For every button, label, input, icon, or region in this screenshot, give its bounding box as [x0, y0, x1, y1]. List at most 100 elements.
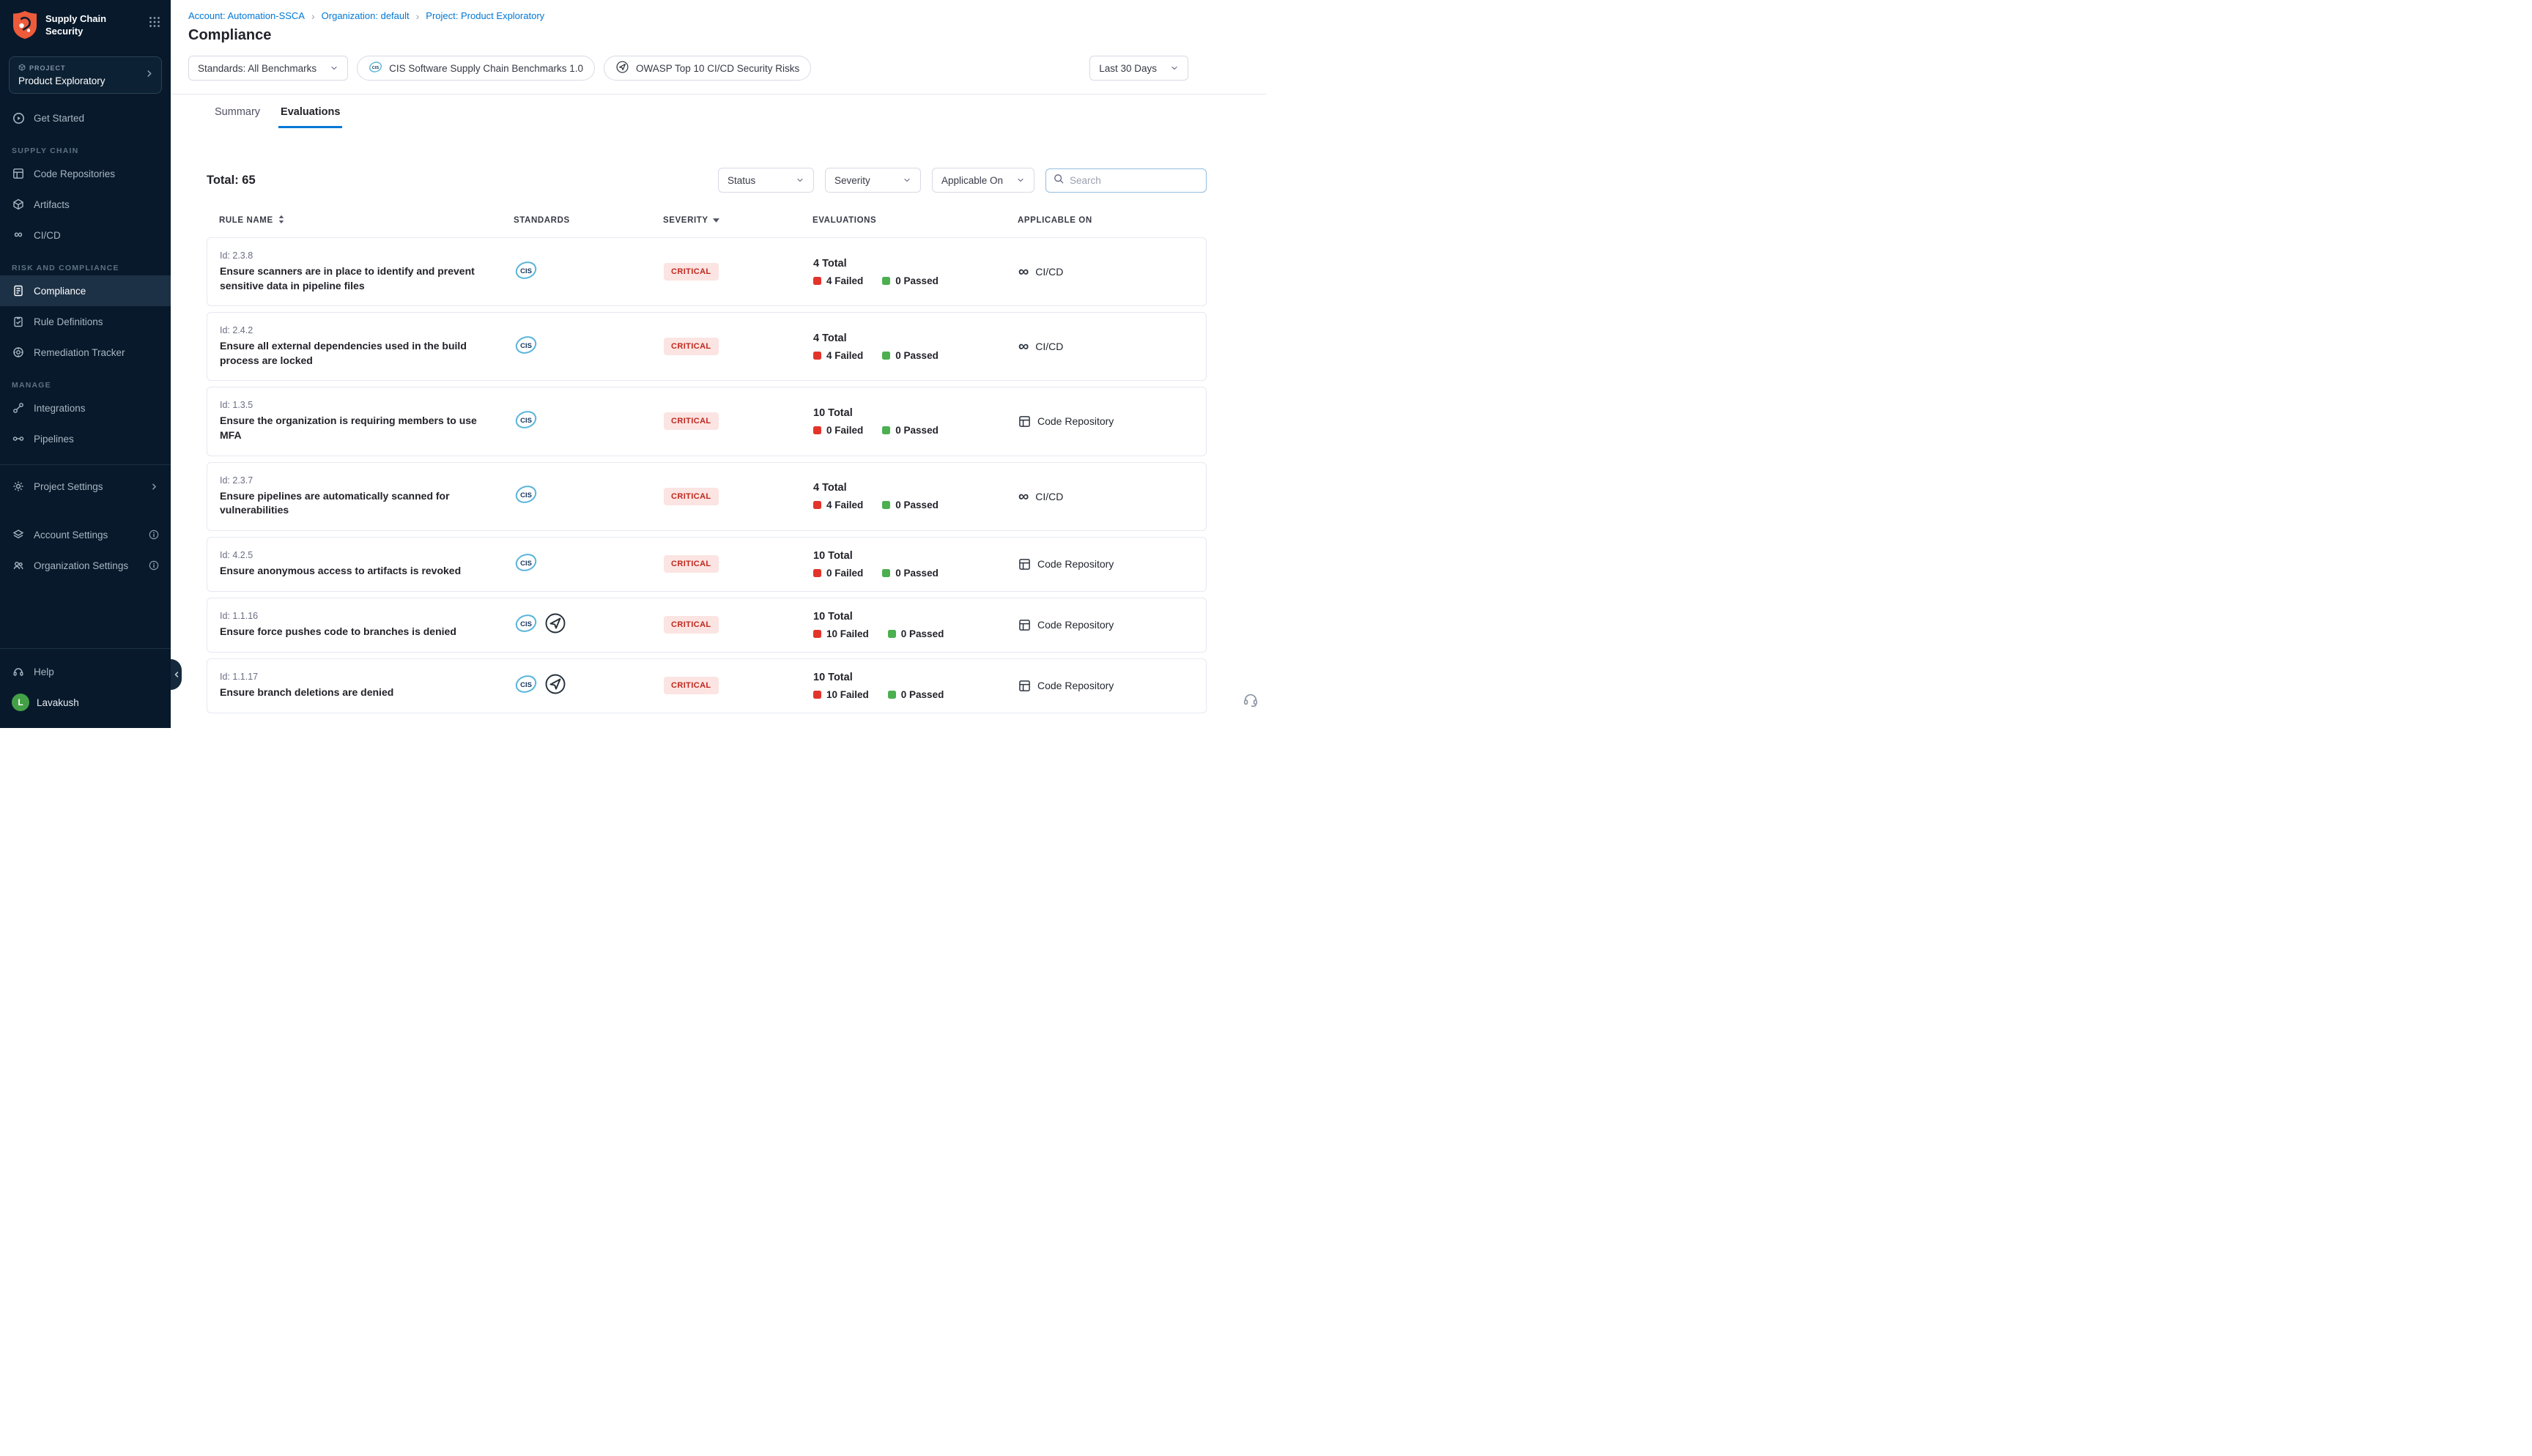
table-row[interactable]: Id: 4.2.5 Ensure anonymous access to art… [207, 537, 1207, 592]
section-label-risk-and-compliance: RISK AND COMPLIANCE [12, 264, 159, 272]
failed-indicator [813, 352, 821, 360]
rule-name-cell: Id: 2.3.8 Ensure scanners are in place t… [220, 250, 514, 293]
severity-cell: CRITICAL [664, 616, 813, 634]
table-row[interactable]: Id: 1.3.5 Ensure the organization is req… [207, 387, 1207, 456]
applicable-on-cell: ∞ CI/CD [1018, 266, 1206, 278]
severity-filter-select[interactable]: Severity [825, 168, 921, 193]
date-range-value: Last 30 Days [1099, 63, 1157, 74]
sidebar-item-label: Compliance [34, 286, 86, 297]
cis-icon: CIS [514, 259, 538, 286]
failed-indicator [813, 277, 821, 285]
infinity-icon: ∞ [12, 229, 25, 241]
chevron-down-icon [796, 176, 804, 185]
sidebar-item-artifacts[interactable]: Artifacts [0, 189, 171, 220]
sidebar-item-label: Help [34, 666, 54, 677]
sidebar-item-integrations[interactable]: Integrations [0, 393, 171, 423]
severity-filter-value: Severity [834, 175, 870, 186]
column-header-severity[interactable]: SEVERITY [663, 215, 812, 226]
sidebar-item-pipelines[interactable]: Pipelines [0, 423, 171, 454]
table-row[interactable]: Id: 1.1.16 Ensure force pushes code to b… [207, 598, 1207, 653]
severity-cell: CRITICAL [664, 263, 813, 281]
sidebar-item-label: Artifacts [34, 199, 70, 210]
sidebar-item-label: Pipelines [34, 434, 74, 445]
sidebar-item-remediation-tracker[interactable]: Remediation Tracker [0, 337, 171, 368]
sidebar-item-cicd[interactable]: ∞ CI/CD [0, 220, 171, 250]
app-root: Supply Chain Security PROJECT [0, 0, 1266, 728]
table-row[interactable]: Id: 2.3.8 Ensure scanners are in place t… [207, 237, 1207, 306]
compliance-icon [12, 285, 25, 297]
sidebar-item-label: Code Repositories [34, 168, 115, 179]
standards-cell: CIS [514, 259, 664, 286]
support-headset-icon[interactable] [1243, 691, 1259, 711]
table-row[interactable]: Id: 2.4.2 Ensure all external dependenci… [207, 312, 1207, 381]
applicable-on-label: CI/CD [1035, 491, 1063, 502]
passed-indicator [882, 426, 890, 434]
sidebar-item-compliance[interactable]: Compliance [0, 275, 171, 306]
failed-count: 4 Failed [826, 350, 863, 361]
breadcrumb-organization-link[interactable]: Organization: default [322, 10, 410, 21]
get-started-icon [12, 112, 25, 125]
failed-indicator [813, 501, 821, 509]
info-icon[interactable] [149, 560, 159, 571]
cis-benchmark-chip[interactable]: CIS CIS Software Supply Chain Benchmarks… [357, 56, 595, 81]
column-header-standards: STANDARDS [514, 215, 663, 226]
passed-indicator [882, 352, 890, 360]
sidebar-nav: Get Started SUPPLY CHAIN Code Repositori… [0, 103, 171, 581]
user-menu[interactable]: L Lavakush [0, 687, 171, 718]
standards-select[interactable]: Standards: All Benchmarks [188, 56, 348, 81]
passed-count: 0 Passed [901, 628, 944, 639]
rule-name-cell: Id: 2.3.7 Ensure pipelines are automatic… [220, 475, 514, 518]
cis-icon: CIS [514, 672, 538, 699]
info-icon[interactable] [149, 530, 159, 540]
sidebar-item-code-repositories[interactable]: Code Repositories [0, 158, 171, 189]
project-selector[interactable]: PROJECT Product Exploratory [9, 56, 162, 94]
artifacts-icon [12, 198, 25, 210]
evaluations-cell: 4 Total 4 Failed 0 Passed [813, 482, 1018, 510]
passed-indicator [882, 569, 890, 577]
passed-indicator [888, 630, 896, 638]
tab-summary[interactable]: Summary [212, 94, 262, 128]
table-row[interactable]: Id: 1.1.17 Ensure branch deletions are d… [207, 658, 1207, 713]
sidebar-item-rule-definitions[interactable]: Rule Definitions [0, 306, 171, 337]
breadcrumb-account-link[interactable]: Account: Automation-SSCA [188, 10, 305, 21]
applicable-on-cell: Code Repository [1018, 558, 1206, 571]
passed-count: 0 Passed [895, 350, 939, 361]
search-input[interactable] [1070, 175, 1199, 186]
date-range-select[interactable]: Last 30 Days [1089, 56, 1188, 81]
applicable-on-label: Code Repository [1037, 619, 1114, 631]
sidebar-item-label: Organization Settings [34, 560, 128, 571]
table-row[interactable]: Id: 2.3.7 Ensure pipelines are automatic… [207, 462, 1207, 531]
app-grid-icon[interactable] [149, 10, 160, 31]
cis-icon: CIS [514, 551, 538, 578]
applicable-on-filter-select[interactable]: Applicable On [932, 168, 1034, 193]
rule-name: Ensure pipelines are automatically scann… [220, 489, 495, 518]
sidebar-item-account-settings[interactable]: Account Settings [0, 519, 171, 550]
sidebar-item-organization-settings[interactable]: Organization Settings [0, 550, 171, 581]
evaluations-total: 10 Total [813, 550, 1018, 562]
passed-count: 0 Passed [901, 689, 944, 700]
people-icon [12, 560, 25, 571]
breadcrumb-project-link[interactable]: Project: Product Exploratory [426, 10, 544, 21]
sidebar-item-project-settings[interactable]: Project Settings [0, 471, 171, 502]
failed-count: 4 Failed [826, 275, 863, 286]
severity-badge: CRITICAL [664, 338, 719, 355]
gear-icon [12, 480, 25, 492]
svg-text:CIS: CIS [520, 491, 532, 499]
list-filters: Status Severity Applicable On [718, 168, 1207, 193]
owasp-chip[interactable]: OWASP Top 10 CI/CD Security Risks [604, 56, 811, 81]
tab-evaluations[interactable]: Evaluations [278, 94, 342, 128]
sidebar-item-help[interactable]: Help [0, 656, 171, 687]
column-header-rule-name[interactable]: RULE NAME [219, 215, 514, 226]
severity-cell: CRITICAL [664, 412, 813, 430]
evaluations-total: 10 Total [813, 672, 1018, 683]
rule-name: Ensure branch deletions are denied [220, 686, 495, 700]
applicable-on-label: CI/CD [1035, 266, 1063, 278]
chevron-down-icon [1170, 64, 1179, 73]
sidebar-item-get-started[interactable]: Get Started [0, 103, 171, 133]
list-toolbar: Total: 65 Status Severity [207, 168, 1207, 193]
severity-cell: CRITICAL [664, 677, 813, 694]
sidebar: Supply Chain Security PROJECT [0, 0, 171, 728]
status-filter-select[interactable]: Status [718, 168, 814, 193]
chevron-down-icon [1016, 176, 1025, 185]
main-content: Account: Automation-SSCA › Organization:… [171, 0, 1266, 728]
